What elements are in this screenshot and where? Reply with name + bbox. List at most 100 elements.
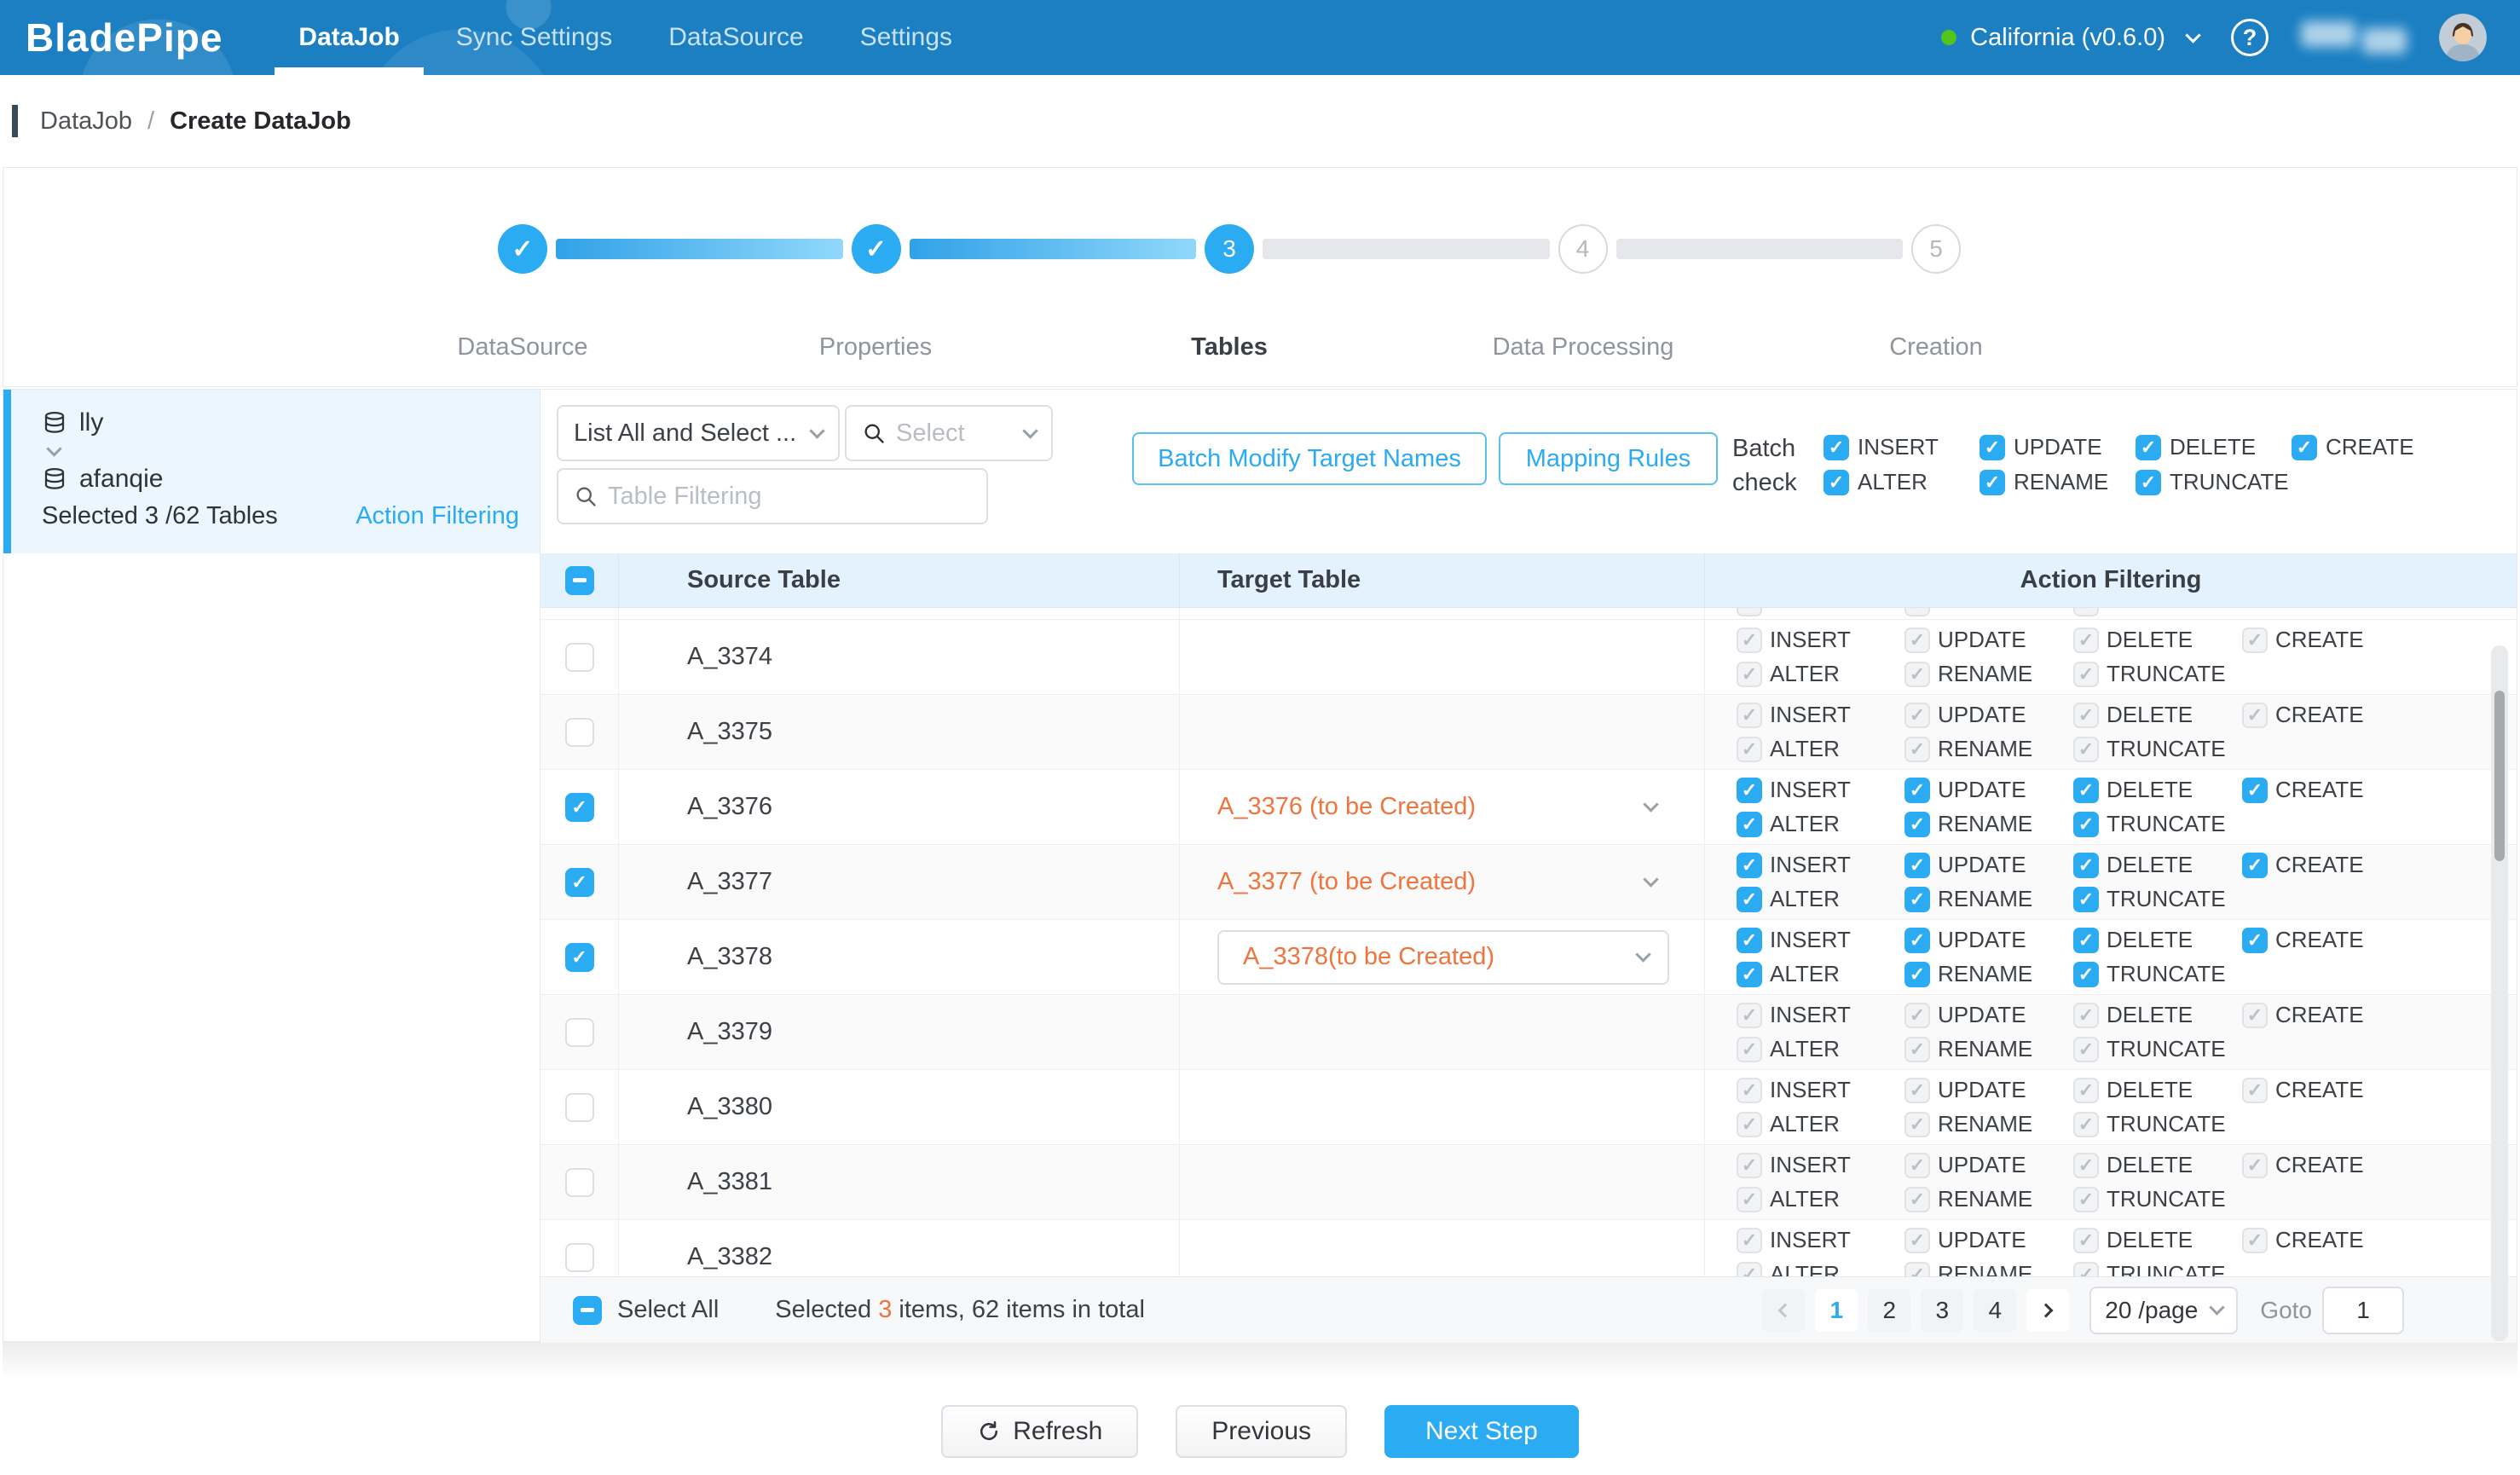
- select-all-checkbox[interactable]: [573, 1296, 602, 1325]
- checkbox-checked-icon[interactable]: [1737, 853, 1762, 878]
- checkbox-checked-icon[interactable]: [2073, 778, 2099, 803]
- app-logo[interactable]: BladePipe: [26, 14, 223, 61]
- batch-modify-target-names-button[interactable]: Batch Modify Target Names: [1132, 432, 1487, 485]
- nav-tab-settings[interactable]: Settings: [860, 0, 952, 75]
- checkbox-checked-icon[interactable]: [2073, 928, 2099, 953]
- checkbox-checked-icon[interactable]: [1980, 470, 2005, 495]
- action-label: ALTER: [1770, 1261, 1840, 1276]
- action-filtering-link[interactable]: Action Filtering: [355, 502, 519, 530]
- checkbox-checked-icon[interactable]: [1824, 435, 1849, 460]
- search-icon: [574, 484, 598, 508]
- mapping-rules-button[interactable]: Mapping Rules: [1499, 432, 1718, 485]
- row-checkbox[interactable]: [565, 1243, 594, 1272]
- next-step-button[interactable]: Next Step: [1384, 1405, 1579, 1458]
- checkbox-checked-icon[interactable]: [1904, 812, 1930, 837]
- nav-tab-datajob[interactable]: DataJob: [298, 0, 399, 75]
- sidebar-item-selected-pair[interactable]: lly afanqie Selected 3 /62 Tables Action…: [3, 390, 540, 553]
- checkbox-checked-icon[interactable]: [2136, 470, 2161, 495]
- checkbox-checked-icon[interactable]: [1904, 853, 1930, 878]
- avatar[interactable]: [2439, 14, 2487, 61]
- row-checkbox[interactable]: [565, 1018, 594, 1047]
- checkbox-checked-icon[interactable]: [1737, 887, 1762, 912]
- table-row: A_3378A_3378(to be Created)INSERTUPDATED…: [540, 920, 2517, 995]
- page-button-3[interactable]: 3: [1921, 1289, 1963, 1332]
- target-table-value: A_3376 (to be Created): [1217, 793, 1476, 821]
- checkbox-checked-icon[interactable]: [1737, 778, 1762, 803]
- action-insert: INSERT: [1737, 1227, 1904, 1253]
- target-table-select[interactable]: A_3376 (to be Created): [1217, 793, 1704, 821]
- checkbox-checked-icon[interactable]: [1904, 778, 1930, 803]
- checkbox-checked-icon[interactable]: [2242, 778, 2268, 803]
- action-delete: DELETE: [2073, 1227, 2242, 1253]
- checkbox-checked-icon[interactable]: [1904, 928, 1930, 953]
- row-checkbox[interactable]: [565, 1168, 594, 1197]
- checkbox-checked-icon[interactable]: [1904, 962, 1930, 987]
- action-label: DELETE: [2107, 927, 2193, 953]
- checkbox-disabled-icon: [2073, 1262, 2099, 1277]
- quick-select[interactable]: Select: [845, 405, 1053, 461]
- action-filtering-cell: INSERTUPDATEDELETECREATEALTERRENAMETRUNC…: [1705, 1070, 2517, 1144]
- page-button-4[interactable]: 4: [1974, 1289, 2016, 1332]
- action-label: UPDATE: [1938, 1152, 2026, 1178]
- row-checkbox-cell: [540, 770, 619, 844]
- target-table-cell: A_3378(to be Created): [1180, 920, 1705, 994]
- status-dot-icon: [1941, 30, 1956, 45]
- table-filter-input[interactable]: Table Filtering: [557, 468, 988, 524]
- goto-page-input[interactable]: 1: [2322, 1287, 2404, 1334]
- checkbox-checked-icon[interactable]: [1904, 887, 1930, 912]
- checkbox-checked-icon[interactable]: [2242, 928, 2268, 953]
- region-selector[interactable]: California (v0.6.0): [1941, 24, 2199, 52]
- batch-action-update: UPDATE: [1980, 434, 2136, 460]
- checkbox-checked-icon[interactable]: [1737, 812, 1762, 837]
- checkbox-checked-icon[interactable]: [2242, 853, 2268, 878]
- action-label: TRUNCATE: [2107, 811, 2226, 837]
- target-table-value: A_3377 (to be Created): [1217, 868, 1476, 896]
- step-circle-datasource: [498, 224, 547, 274]
- checkbox-checked-icon[interactable]: [1737, 928, 1762, 953]
- help-icon[interactable]: ?: [2231, 19, 2269, 56]
- table-scrollbar-thumb[interactable]: [2494, 691, 2505, 861]
- breadcrumb-datajob[interactable]: DataJob: [40, 107, 132, 136]
- target-table-select[interactable]: A_3378(to be Created): [1217, 930, 1669, 985]
- checkbox-checked-icon[interactable]: [2073, 962, 2099, 987]
- page-size-select[interactable]: 20 /page: [2089, 1287, 2238, 1334]
- previous-button[interactable]: Previous: [1176, 1405, 1347, 1458]
- database-icon: [42, 410, 67, 436]
- checkbox-checked-icon[interactable]: [2292, 435, 2317, 460]
- action-filtering-cell: INSERTUPDATEDELETECREATEALTERRENAMETRUNC…: [1705, 620, 2517, 694]
- row-checkbox[interactable]: [565, 718, 594, 747]
- action-insert: INSERT: [1737, 702, 1904, 728]
- page-button-2[interactable]: 2: [1868, 1289, 1910, 1332]
- row-checkbox[interactable]: [565, 1093, 594, 1122]
- nav-tab-datasource[interactable]: DataSource: [668, 0, 803, 75]
- target-table-select[interactable]: A_3377 (to be Created): [1217, 868, 1704, 896]
- checkbox-checked-icon[interactable]: [2073, 853, 2099, 878]
- list-mode-select[interactable]: List All and Select ...: [557, 405, 840, 461]
- nav-tab-sync-settings[interactable]: Sync Settings: [456, 0, 612, 75]
- table-scrollbar-track[interactable]: [2491, 645, 2508, 1341]
- row-checkbox[interactable]: [565, 943, 594, 972]
- checkbox-checked-icon[interactable]: [2073, 887, 2099, 912]
- action-label: DELETE: [2107, 852, 2193, 878]
- select-all-header-checkbox[interactable]: [565, 566, 594, 595]
- action-filtering-cell: [1705, 608, 2517, 619]
- refresh-button[interactable]: Refresh: [941, 1405, 1138, 1458]
- pagination-next-button[interactable]: [2026, 1289, 2069, 1332]
- target-table-cell: [1180, 620, 1705, 694]
- checkbox-checked-icon[interactable]: [2073, 812, 2099, 837]
- pair-expander[interactable]: [42, 439, 540, 463]
- row-checkbox[interactable]: [565, 868, 594, 897]
- source-table-cell: A_3374: [619, 620, 1180, 694]
- checkbox-checked-icon[interactable]: [1980, 435, 2005, 460]
- checkbox-checked-icon[interactable]: [2136, 435, 2161, 460]
- checkbox-checked-icon[interactable]: [1824, 470, 1849, 495]
- action-label: RENAME: [1938, 1186, 2032, 1212]
- select-all-label: Select All: [617, 1296, 719, 1324]
- page-button-1[interactable]: 1: [1815, 1289, 1858, 1332]
- source-database-name: lly: [79, 408, 103, 437]
- checkbox-checked-icon[interactable]: [1737, 962, 1762, 987]
- row-checkbox[interactable]: [565, 793, 594, 822]
- checkbox-disabled-icon: [2073, 1187, 2099, 1212]
- action-delete: DELETE: [2073, 627, 2242, 653]
- row-checkbox[interactable]: [565, 643, 594, 672]
